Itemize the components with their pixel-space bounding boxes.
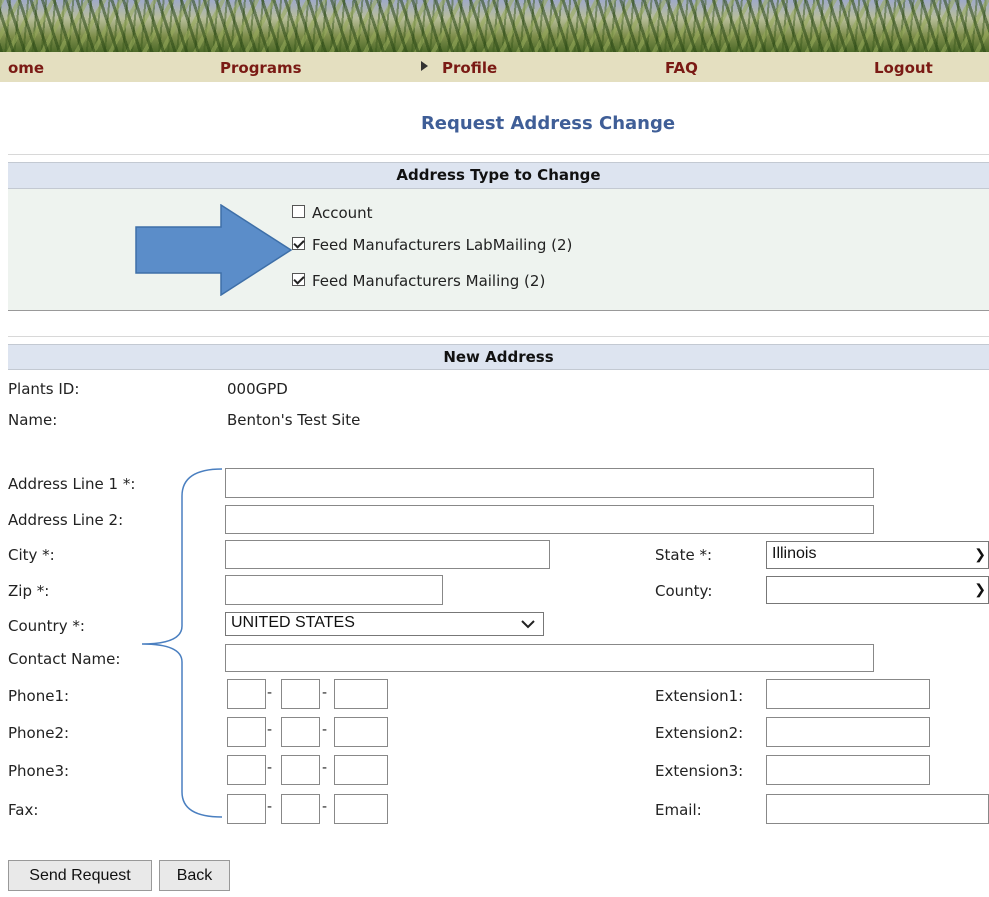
phone2-line-input[interactable] [334, 717, 388, 747]
chevron-down-icon: ❯ [974, 581, 986, 597]
plants-id-value: 000GPD [227, 380, 288, 398]
checkbox-account[interactable] [292, 205, 305, 218]
ext1-label: Extension1: [655, 687, 744, 705]
name-value: Benton's Test Site [227, 411, 361, 429]
zip-input[interactable] [225, 575, 443, 605]
nav-profile[interactable]: Profile [442, 59, 497, 77]
address2-input[interactable] [225, 505, 874, 534]
phone3-prefix-input[interactable] [281, 755, 320, 785]
ext2-input[interactable] [766, 717, 930, 747]
plants-id-label: Plants ID: [8, 380, 80, 398]
email-label: Email: [655, 801, 702, 819]
phone3-line-input[interactable] [334, 755, 388, 785]
fax-line-input[interactable] [334, 794, 388, 824]
divider [8, 336, 989, 337]
phone1-area-input[interactable] [227, 679, 266, 709]
phone-dash: - [267, 799, 273, 815]
county-label: County: [655, 582, 713, 600]
phone3-area-input[interactable] [227, 755, 266, 785]
checkbox-mailing-label: Feed Manufacturers Mailing (2) [312, 272, 546, 290]
address-type-panel: Address Type to Change Account Feed Manu… [8, 162, 989, 311]
phone2-prefix-input[interactable] [281, 717, 320, 747]
fax-prefix-input[interactable] [281, 794, 320, 824]
address1-label: Address Line 1 *: [8, 475, 136, 493]
ext2-label: Extension2: [655, 724, 744, 742]
nav-programs[interactable]: Programs [220, 59, 302, 77]
county-select[interactable]: ❯ [766, 576, 989, 604]
ext3-input[interactable] [766, 755, 930, 785]
zip-label: Zip *: [8, 582, 50, 600]
checkbox-lab-mailing[interactable] [292, 237, 305, 250]
contact-name-label: Contact Name: [8, 650, 121, 668]
state-select-value: Illinois [772, 545, 817, 562]
nav-home[interactable]: ome [8, 59, 44, 77]
phone-dash: - [267, 685, 273, 701]
phone-dash: - [322, 799, 328, 815]
fax-area-input[interactable] [227, 794, 266, 824]
address1-input[interactable] [225, 468, 874, 498]
new-address-header: New Address [8, 344, 989, 370]
header-banner-image [0, 0, 989, 52]
phone2-label: Phone2: [8, 724, 70, 742]
country-label: Country *: [8, 617, 85, 635]
checkbox-lab-mailing-label: Feed Manufacturers LabMailing (2) [312, 236, 573, 254]
ext3-label: Extension3: [655, 762, 744, 780]
nav-faq[interactable]: FAQ [665, 59, 698, 77]
address2-label: Address Line 2: [8, 511, 124, 529]
ext1-input[interactable] [766, 679, 930, 709]
address-type-header: Address Type to Change [8, 162, 989, 189]
checkbox-account-label: Account [312, 204, 373, 222]
send-request-button[interactable]: Send Request [8, 860, 152, 891]
contact-name-input[interactable] [225, 644, 874, 672]
phone-dash: - [322, 685, 328, 701]
nav-bar: ome Programs Profile FAQ Logout [0, 52, 989, 82]
phone-dash: - [322, 760, 328, 776]
chevron-down-icon [521, 620, 535, 629]
country-select[interactable]: UNITED STATES [225, 612, 544, 636]
chevron-down-icon: ❯ [974, 546, 986, 562]
email-input[interactable] [766, 794, 989, 824]
country-select-value: UNITED STATES [231, 614, 355, 631]
phone1-line-input[interactable] [334, 679, 388, 709]
phone3-label: Phone3: [8, 762, 70, 780]
page-title: Request Address Change [420, 113, 676, 134]
phone-dash: - [267, 722, 273, 738]
back-button[interactable]: Back [159, 860, 230, 891]
phone2-area-input[interactable] [227, 717, 266, 747]
city-label: City *: [8, 546, 55, 564]
arrow-right-icon [135, 204, 293, 296]
phone-dash: - [322, 722, 328, 738]
divider [8, 154, 989, 155]
name-label: Name: [8, 411, 58, 429]
state-select[interactable]: Illinois ❯ [766, 541, 989, 569]
city-input[interactable] [225, 540, 550, 569]
bracket-icon [141, 468, 223, 818]
triangle-right-icon [421, 61, 428, 71]
phone1-label: Phone1: [8, 687, 70, 705]
state-label: State *: [655, 546, 713, 564]
fax-label: Fax: [8, 801, 39, 819]
nav-logout[interactable]: Logout [874, 59, 933, 77]
checkbox-mailing[interactable] [292, 273, 305, 286]
phone-dash: - [267, 760, 273, 776]
phone1-prefix-input[interactable] [281, 679, 320, 709]
